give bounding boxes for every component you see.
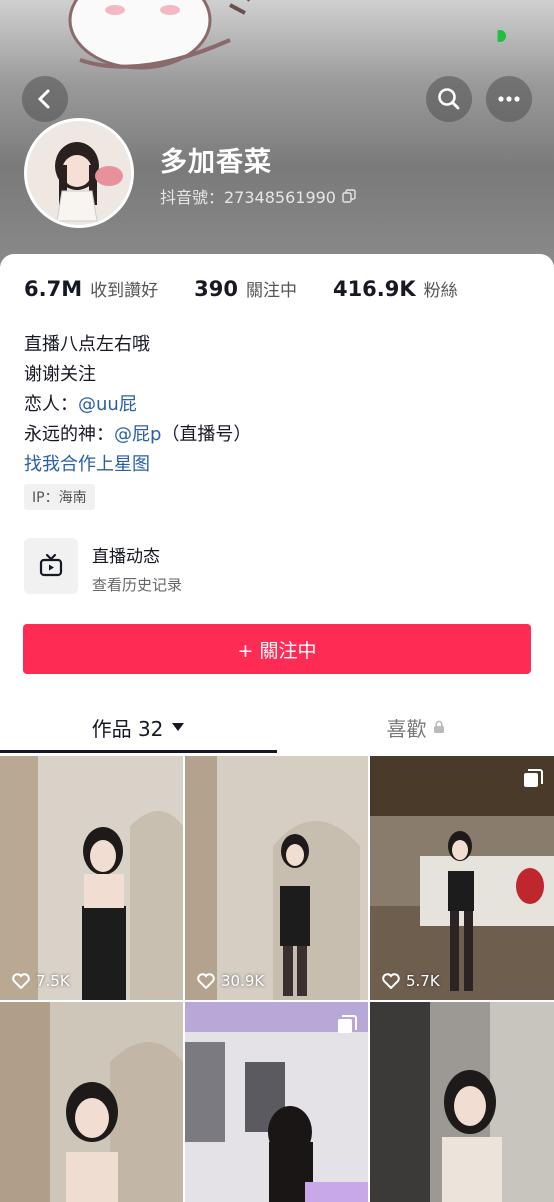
- douyin-id-text: 抖音號：27348561990: [160, 188, 336, 207]
- douyin-id[interactable]: 抖音號：27348561990: [160, 184, 356, 208]
- thumbnail-image: [370, 1002, 554, 1202]
- collab-link[interactable]: 找我合作上星图: [24, 450, 251, 480]
- more-button[interactable]: [486, 76, 532, 122]
- profile-sheet: 6.7M 收到讚好 390 關注中 416.9K 粉絲 直播八点左右哦 谢谢关注…: [0, 254, 554, 1202]
- nickname: 多加香菜: [160, 147, 272, 178]
- video-thumbnail[interactable]: [185, 1002, 368, 1202]
- content-tabs: 作品 32 喜歡: [0, 702, 554, 754]
- mention-link[interactable]: @屁p: [114, 424, 161, 445]
- heart-icon: [12, 973, 30, 989]
- dropdown-caret-icon: [172, 723, 185, 731]
- bio-line: 谢谢关注: [24, 364, 96, 385]
- followers-count[interactable]: 416.9K: [333, 277, 416, 301]
- live-subtitle[interactable]: 查看历史记录: [92, 574, 182, 595]
- like-count: 5.7K: [382, 972, 440, 990]
- bio-line: 永远的神：@屁p（直播号）: [24, 420, 251, 450]
- video-thumbnail[interactable]: [0, 1002, 183, 1202]
- thumbnail-image: [370, 756, 554, 1000]
- heart-icon: [197, 973, 215, 989]
- profile-header: 多加香菜 抖音號：27348561990: [0, 0, 554, 280]
- video-thumbnail[interactable]: [370, 1002, 554, 1202]
- like-count: 30.9K: [197, 972, 264, 990]
- multi-image-icon: [338, 1015, 357, 1033]
- like-count: 7.5K: [12, 972, 70, 990]
- bio: 直播八点左右哦 谢谢关注 恋人：@uu屁 永远的神：@屁p（直播号） 找我合作上…: [24, 330, 251, 480]
- likes-count[interactable]: 6.7M: [24, 277, 82, 301]
- avatar[interactable]: [24, 118, 134, 228]
- mention-link[interactable]: @uu屁: [78, 394, 137, 415]
- thumbnail-image: [0, 756, 183, 1000]
- live-title[interactable]: 直播动态: [92, 542, 160, 567]
- thumbnail-image: [185, 756, 368, 1000]
- bio-suffix: （直播号）: [161, 424, 252, 445]
- following-label[interactable]: 關注中: [246, 276, 297, 301]
- like-count-text: 30.9K: [221, 972, 265, 990]
- back-arrow-icon: [37, 89, 50, 109]
- following-count[interactable]: 390: [194, 277, 238, 301]
- status-indicator: [497, 30, 506, 42]
- search-button[interactable]: [426, 76, 472, 122]
- copy-icon[interactable]: [342, 189, 356, 203]
- lock-icon: [433, 720, 444, 733]
- tab-likes[interactable]: 喜歡: [277, 702, 554, 752]
- tab-indicator: [0, 750, 277, 753]
- like-count-text: 7.5K: [36, 972, 70, 990]
- bio-prefix: 永远的神：: [24, 424, 114, 445]
- tv-icon: [39, 553, 63, 577]
- tab-works-label: 作品 32: [91, 716, 164, 741]
- thumbnail-image: [0, 1002, 183, 1202]
- video-thumbnail[interactable]: 5.7K: [370, 756, 554, 1000]
- heart-icon: [382, 973, 400, 989]
- cover-cat-illustration: [68, 0, 250, 70]
- bio-prefix: 恋人：: [24, 394, 78, 415]
- video-thumbnail[interactable]: 30.9K: [185, 756, 368, 1000]
- followers-label[interactable]: 粉絲: [424, 276, 458, 301]
- ip-location-tag: IP：海南: [24, 484, 95, 510]
- avatar-image: [27, 121, 131, 225]
- tab-likes-label: 喜歡: [386, 716, 427, 741]
- more-icon: [498, 96, 520, 102]
- stats-row: 6.7M 收到讚好 390 關注中 416.9K 粉絲: [24, 276, 458, 301]
- bio-line: 恋人：@uu屁: [24, 390, 251, 420]
- live-history-button[interactable]: [24, 538, 78, 594]
- back-button[interactable]: [22, 76, 68, 122]
- following-button[interactable]: + 關注中: [23, 624, 531, 674]
- likes-label[interactable]: 收到讚好: [90, 276, 158, 301]
- search-icon: [438, 88, 460, 110]
- multi-image-icon: [524, 769, 543, 787]
- tab-works[interactable]: 作品 32: [0, 702, 277, 752]
- like-count-text: 5.7K: [406, 972, 440, 990]
- video-thumbnail[interactable]: 7.5K: [0, 756, 183, 1000]
- bio-line: 直播八点左右哦: [24, 334, 150, 355]
